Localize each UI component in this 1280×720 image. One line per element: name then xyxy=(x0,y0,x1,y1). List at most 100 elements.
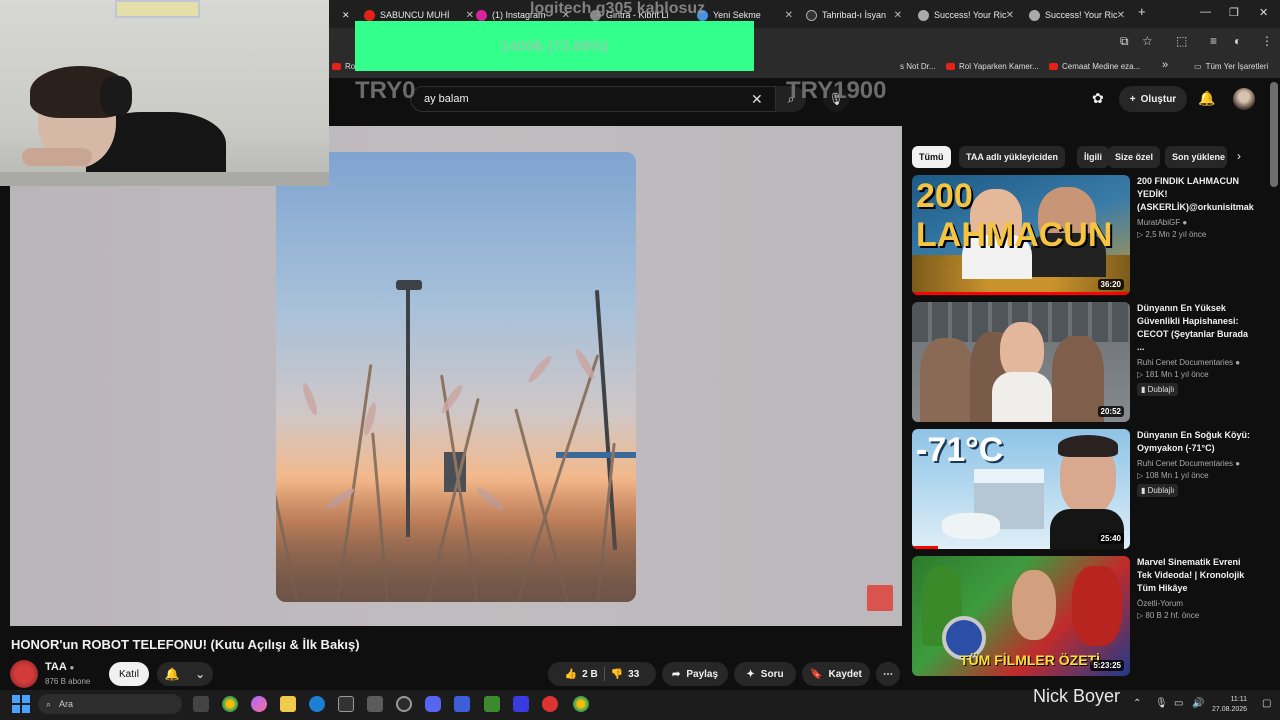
app-icon[interactable] xyxy=(513,696,529,712)
clear-search-icon[interactable]: ✕ xyxy=(751,91,763,108)
chip-recently-uploaded[interactable]: Son yüklene xyxy=(1165,146,1227,168)
thumbnail-text: TÜM FİLMLER ÖZETİ xyxy=(960,652,1100,668)
video-title[interactable]: 200 FINDIK LAHMACUN YEDİK! (ASKERLİK)@or… xyxy=(1137,175,1254,214)
save-button[interactable]: 🔖 Kaydet xyxy=(802,662,870,686)
subscription-bell-button[interactable]: 🔔 ⌄ xyxy=(157,662,213,686)
video-thumbnail[interactable]: -71°C 25:40 xyxy=(912,429,1130,549)
tab-5[interactable]: Tahribad-ı İsyan ✕ xyxy=(806,4,902,26)
chevron-right-icon[interactable]: › xyxy=(1237,149,1241,163)
channel-name[interactable]: Ruhi Cenet Documentaries ● xyxy=(1137,459,1252,468)
media-controls-icon[interactable]: ≡ xyxy=(1210,34,1217,48)
minecraft-icon[interactable] xyxy=(484,696,500,712)
video-info: 200 FINDIK LAHMACUN YEDİK! (ASKERLİK)@or… xyxy=(1137,175,1254,239)
new-tab-button[interactable]: + xyxy=(1138,4,1146,19)
thumbs-down-icon: 👎 xyxy=(610,668,624,680)
dislike-button[interactable]: 👎 33 xyxy=(611,669,640,680)
share-button[interactable]: ➦ Paylaş xyxy=(662,662,728,686)
chip-for-you[interactable]: Size özel xyxy=(1108,146,1161,168)
join-button[interactable]: Katıl xyxy=(109,662,149,686)
video-thumbnail[interactable]: TÜM FİLMLER ÖZETİ 5:23:25 xyxy=(912,556,1130,676)
store-icon[interactable] xyxy=(338,696,354,712)
more-actions-button[interactable]: ⋯ xyxy=(876,662,900,686)
notifications-bell-icon[interactable]: 🔔 xyxy=(1198,90,1215,107)
github-icon[interactable] xyxy=(396,696,412,712)
chip-related[interactable]: İlgili xyxy=(1077,146,1109,168)
task-view-icon[interactable] xyxy=(193,696,209,712)
minimize-icon[interactable]: — xyxy=(1200,6,1211,18)
bell-icon: 🔔 xyxy=(164,667,180,681)
recommendation-card[interactable]: TÜM FİLMLER ÖZETİ 5:23:25 Marvel Sinemat… xyxy=(912,556,1252,676)
notification-icon[interactable]: ▢ xyxy=(1262,698,1271,709)
tab-6[interactable]: Success! Your Ric ✕ xyxy=(918,4,1014,26)
app-icon[interactable] xyxy=(251,696,267,712)
extensions-icon[interactable]: ⬚ xyxy=(1176,34,1187,48)
verified-icon: ● xyxy=(1235,459,1241,468)
window-close-icon[interactable]: ✕ xyxy=(1259,6,1268,19)
app-icon[interactable] xyxy=(542,696,558,712)
video-thumbnail[interactable]: 200 LAHMACUN 36:20 xyxy=(912,175,1130,295)
channel-name[interactable]: TAA ● xyxy=(45,661,74,673)
discord-icon[interactable] xyxy=(425,696,441,712)
channel-avatar[interactable] xyxy=(10,660,38,688)
file-explorer-icon[interactable] xyxy=(280,696,296,712)
recommendation-card[interactable]: 20:52 Dünyanın En Yüksek Güvenlikli Hapi… xyxy=(912,302,1252,422)
volume-icon[interactable]: 🔊 xyxy=(1192,698,1204,709)
chip-from-uploader[interactable]: TAA adlı yükleyiciden xyxy=(959,146,1066,168)
dubbed-badge: ▮ Dublajlı xyxy=(1137,383,1179,396)
app-icon[interactable] xyxy=(367,696,383,712)
taskbar-search-input[interactable]: ⌕ Ara xyxy=(38,694,182,714)
recommendation-card[interactable]: 200 LAHMACUN 36:20 200 FINDIK LAHMACUN Y… xyxy=(912,175,1254,295)
edge-icon[interactable] xyxy=(309,696,325,712)
cast-icon[interactable]: ⧉ xyxy=(1120,34,1129,49)
all-bookmarks-button[interactable]: ▭ Tüm Yer İşaretleri xyxy=(1194,62,1268,71)
video-frame[interactable] xyxy=(276,152,636,602)
video-title[interactable]: Dünyanın En Soğuk Köyü: Oymyakon (-71°C) xyxy=(1137,429,1252,455)
bookmark-item[interactable]: Ro xyxy=(332,62,355,71)
tab-7[interactable]: Success! Your Ric ✕ xyxy=(1029,4,1125,26)
channel-name[interactable]: Özetli-Yorum xyxy=(1137,599,1252,608)
recommendation-card[interactable]: -71°C 25:40 Dünyanın En Soğuk Köyü: Oymy… xyxy=(912,429,1252,549)
close-icon[interactable]: ✕ xyxy=(466,10,474,21)
like-button[interactable]: 👍 2 B xyxy=(565,669,598,680)
chrome-icon[interactable] xyxy=(573,696,589,712)
bookmark-item[interactable]: Cemaat Medine eza... xyxy=(1049,62,1140,71)
thumbnail-text: -71°C xyxy=(916,431,1004,469)
windows-start-icon[interactable] xyxy=(12,695,30,713)
bookmark-item[interactable]: s Not Dr... xyxy=(900,62,936,71)
close-icon[interactable]: ✕ xyxy=(1006,10,1014,21)
more-bookmarks-button[interactable]: » xyxy=(1162,59,1168,71)
video-info: Dünyanın En Yüksek Güvenlikli Hapishanes… xyxy=(1137,302,1252,397)
premium-gift-icon[interactable]: ✿ xyxy=(1092,90,1104,107)
close-icon[interactable]: ✕ xyxy=(785,10,793,21)
player-overlay-badge[interactable] xyxy=(867,585,893,611)
page-scrollbar[interactable] xyxy=(1270,82,1278,187)
headset-icon xyxy=(100,76,132,116)
chevron-down-icon: ⌄ xyxy=(195,667,206,681)
channel-name[interactable]: MuratAbiGF ● xyxy=(1137,218,1252,227)
channel-name[interactable]: Ruhi Cenet Documentaries ● xyxy=(1137,358,1252,367)
chrome-icon[interactable] xyxy=(222,696,238,712)
chevron-up-icon[interactable]: ⌃ xyxy=(1133,698,1141,709)
chip-all[interactable]: Tümü xyxy=(912,146,951,168)
video-title[interactable]: Marvel Sinematik Evreni Tek Videoda! | K… xyxy=(1137,556,1252,595)
account-avatar[interactable] xyxy=(1233,88,1255,110)
close-icon[interactable]: ✕ xyxy=(894,10,902,21)
tab-close-icon[interactable]: ✕ xyxy=(342,4,356,26)
ask-button[interactable]: ✦ Soru xyxy=(734,662,796,686)
share-icon: ➦ xyxy=(671,668,681,680)
microphone-icon[interactable]: 🎙 xyxy=(1155,698,1168,709)
network-icon[interactable]: ▭ xyxy=(1174,698,1183,709)
create-button[interactable]: + Oluştur xyxy=(1119,86,1187,112)
system-clock[interactable]: 11:11 27.08.2026 xyxy=(1212,695,1247,715)
video-title[interactable]: Dünyanın En Yüksek Güvenlikli Hapishanes… xyxy=(1137,302,1252,354)
video-thumbnail[interactable]: 20:52 xyxy=(912,302,1130,422)
profile-icon[interactable]: ◐ xyxy=(1234,34,1241,48)
maximize-icon[interactable]: ❐ xyxy=(1229,6,1239,19)
folder-icon: ▭ xyxy=(1194,62,1202,71)
app-icon[interactable] xyxy=(454,696,470,712)
bookmark-item[interactable]: Rol Yaparken Kamer... xyxy=(946,62,1039,71)
close-icon[interactable]: ✕ xyxy=(1117,10,1125,21)
bookmark-star-icon[interactable]: ☆ xyxy=(1142,34,1153,48)
menu-dots-icon[interactable]: ⋮ xyxy=(1261,34,1273,48)
more-horizontal-icon: ⋯ xyxy=(883,668,893,680)
